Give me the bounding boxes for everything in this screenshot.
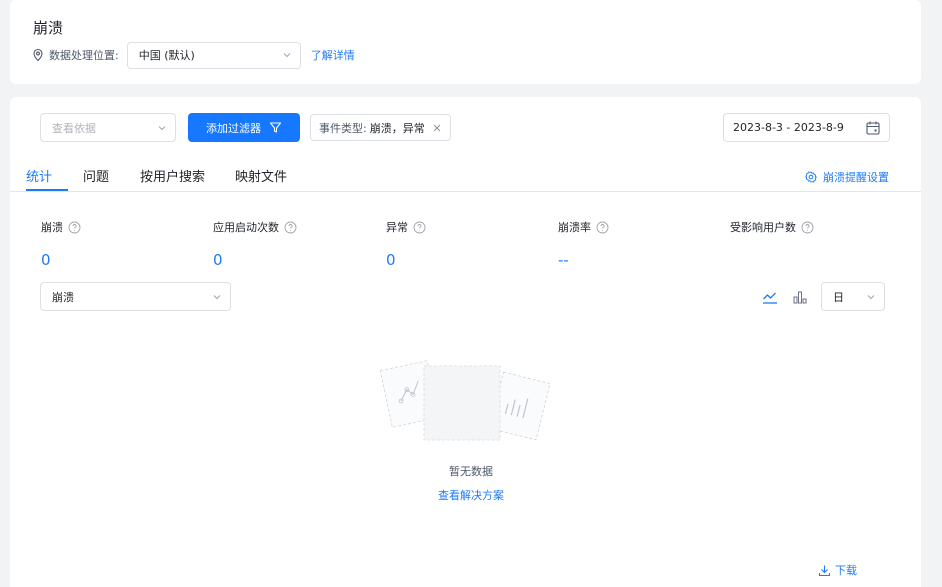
filter-tag: 事件类型: 崩溃，异常 [310,114,451,141]
add-filter-button[interactable]: 添加过滤器 [188,113,300,142]
close-icon[interactable] [432,123,442,133]
tab-mapping-files[interactable]: 映射文件 [235,166,287,185]
crash-alert-settings-label: 崩溃提醒设置 [823,171,889,184]
metric-value: 0 [386,251,396,269]
metric-value: 0 [213,251,223,269]
filter-tag-value: 崩溃，异常 [369,121,425,135]
download-icon [818,564,831,577]
line-chart-icon[interactable] [761,288,779,306]
metric-affected-users: 受影响用户数 [730,219,814,251]
download-link[interactable]: 下载 [818,562,857,578]
location-row: 数据处理位置: 中国 (默认) 了解详情 [31,41,355,69]
tab-search-by-user[interactable]: 按用户搜索 [140,166,205,185]
help-icon[interactable] [596,221,609,234]
empty-state-illustration [379,355,551,445]
active-tab-indicator [26,189,68,191]
chevron-down-icon [866,292,876,302]
tab-issues[interactable]: 问题 [83,166,109,185]
crash-alert-settings-link[interactable]: 崩溃提醒设置 [805,169,889,185]
chart-tools: 日 [761,282,885,311]
bar-chart-icon[interactable] [791,288,809,306]
chart-type-select-value: 崩溃 [52,290,74,304]
basis-select-placeholder: 查看依据 [52,121,96,135]
chart-type-select[interactable]: 崩溃 [40,282,231,311]
page-title: 崩溃 [33,19,64,37]
filter-icon [269,121,282,134]
metric-crash-rate: 崩溃率 -- [558,219,609,269]
basis-select[interactable]: 查看依据 [40,113,176,142]
metric-crashes: 崩溃 0 [41,219,81,269]
metric-value: 0 [41,251,51,269]
help-icon[interactable] [68,221,81,234]
location-select[interactable]: 中国 (默认) [126,41,301,69]
tab-bar: 统计 问题 按用户搜索 映射文件 崩溃提醒设置 [10,158,921,192]
filter-tag-key: 事件类型: [319,121,367,135]
chevron-down-icon [157,123,167,133]
date-range-value: 2023-8-3 - 2023-8-9 [733,121,844,134]
view-solution-link[interactable]: 查看解决方案 [0,487,942,503]
metric-app-launches: 应用启动次数 0 [213,219,297,269]
location-select-value: 中国 (默认) [138,49,195,62]
tab-stats[interactable]: 统计 [26,166,52,185]
chevron-down-icon [282,50,292,60]
metric-label: 受影响用户数 [730,221,796,234]
granularity-select[interactable]: 日 [821,282,885,311]
date-range-picker[interactable]: 2023-8-3 - 2023-8-9 [723,113,890,142]
chevron-down-icon [212,292,222,302]
empty-state-text: 暂无数据 [449,465,493,478]
download-label: 下载 [835,564,857,577]
location-pin-icon [31,48,45,62]
metric-label: 应用启动次数 [213,221,279,234]
help-icon[interactable] [413,221,426,234]
metric-label: 崩溃 [41,221,63,234]
help-icon[interactable] [801,221,814,234]
granularity-select-value: 日 [833,290,844,304]
metric-label: 崩溃率 [558,221,591,234]
help-icon[interactable] [284,221,297,234]
add-filter-label: 添加过滤器 [206,121,261,135]
gear-icon [805,171,817,183]
location-label: 数据处理位置: [49,49,119,62]
filter-row: 查看依据 添加过滤器 事件类型: 崩溃，异常 [40,113,451,142]
metric-exceptions: 异常 0 [386,219,426,269]
metric-label: 异常 [386,221,408,234]
calendar-icon [865,120,881,136]
metric-value: -- [558,251,569,269]
learn-more-link[interactable]: 了解详情 [311,47,355,63]
